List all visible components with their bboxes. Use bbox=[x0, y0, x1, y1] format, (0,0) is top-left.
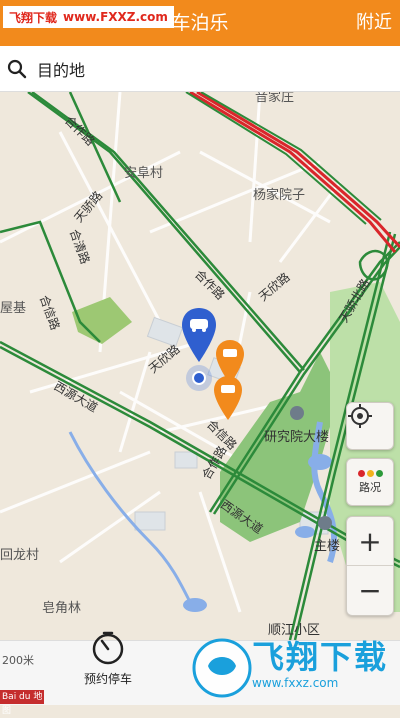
place-label: 音家庄 bbox=[255, 92, 295, 105]
fxxz-watermark-url: www.fxxz.com bbox=[252, 676, 339, 690]
building-icon bbox=[290, 406, 304, 420]
place-label: 回龙村 bbox=[0, 548, 40, 563]
reserve-parking-button[interactable]: 预约停车 bbox=[68, 630, 148, 688]
search-input[interactable]: 目的地 bbox=[37, 57, 85, 81]
fxxz-watermark-text: 飞翔下载 bbox=[252, 638, 389, 676]
baidu-map-logo: Bai du 地图 bbox=[0, 690, 44, 716]
locate-button[interactable] bbox=[346, 402, 394, 450]
watermark-right: www.FXXZ.com bbox=[63, 10, 168, 24]
place-label: 研究院大楼 bbox=[264, 430, 330, 445]
place-label: 皂角林 bbox=[42, 601, 82, 616]
zoom-control: + − bbox=[346, 516, 394, 616]
map-scale: 200米 bbox=[2, 654, 34, 667]
watermark-banner: 飞翔下载 www.FXXZ.com bbox=[3, 6, 174, 28]
place-label: 杨家院子 bbox=[253, 188, 306, 203]
nearby-button[interactable]: 附近 bbox=[356, 0, 392, 46]
zoom-out-button[interactable]: − bbox=[347, 566, 393, 614]
place-label: 屋基 bbox=[0, 301, 27, 316]
building-icon bbox=[318, 516, 332, 530]
traffic-toggle[interactable]: 路况 bbox=[346, 458, 394, 506]
timer-icon bbox=[92, 631, 124, 665]
watermark-left: 飞翔下载 bbox=[9, 10, 58, 25]
place-label: 安阜村 bbox=[124, 166, 164, 181]
current-location-dot bbox=[192, 371, 206, 385]
blue-parking-pin[interactable] bbox=[180, 306, 218, 364]
crosshair-icon bbox=[348, 404, 372, 428]
traffic-light-icon bbox=[357, 469, 383, 477]
reserve-parking-label: 预约停车 bbox=[83, 672, 132, 686]
place-label: 主楼 bbox=[314, 539, 341, 554]
map-view[interactable]: 音家庄 安阜村 杨家院子 研究院大楼 主楼 回龙村 皂角林 顺江小区 屋基 合作… bbox=[0, 92, 400, 640]
zoom-in-button[interactable]: + bbox=[347, 518, 393, 566]
orange-parking-pin[interactable] bbox=[212, 374, 244, 422]
search-icon bbox=[7, 59, 27, 78]
traffic-label: 路况 bbox=[359, 480, 381, 494]
search-bar[interactable]: 目的地 bbox=[0, 46, 400, 92]
